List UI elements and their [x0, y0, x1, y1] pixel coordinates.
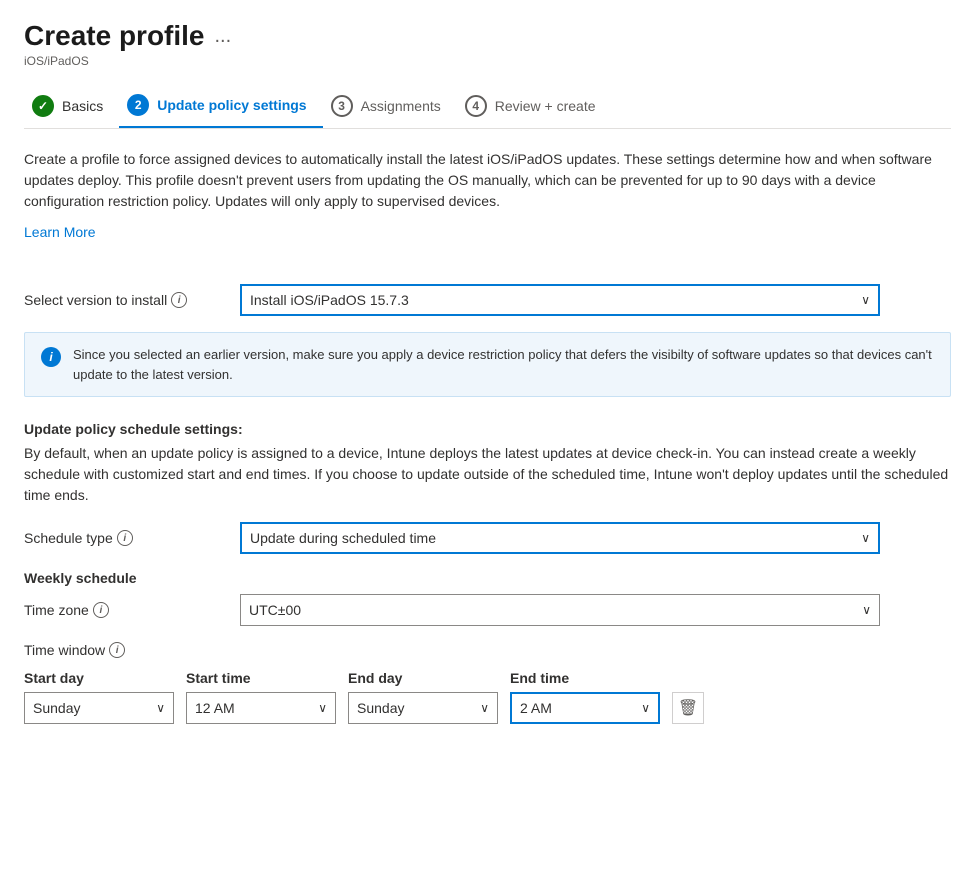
info-banner-icon: i	[41, 347, 61, 367]
version-info-icon[interactable]: i	[171, 292, 187, 308]
time-window-row: Sunday ∨ 12 AM ∨ Sunday ∨ 2 AM ∨ 🗑	[24, 692, 951, 724]
time-window-label: Time window i	[24, 642, 951, 658]
end-time-header: End time	[510, 670, 660, 686]
schedule-type-info-icon[interactable]: i	[117, 530, 133, 546]
step-4-circle: 4	[465, 95, 487, 117]
end-day-dropdown[interactable]: Sunday ∨	[348, 692, 498, 724]
end-day-header: End day	[348, 670, 498, 686]
steps-nav: ✓ Basics 2 Update policy settings 3 Assi…	[24, 84, 951, 129]
start-day-chevron-icon: ∨	[156, 701, 165, 715]
timezone-chevron-icon: ∨	[862, 603, 871, 617]
end-day-value: Sunday	[357, 700, 404, 716]
version-chevron-icon: ∨	[861, 293, 870, 307]
info-banner: i Since you selected an earlier version,…	[24, 332, 951, 397]
version-dropdown[interactable]: Install iOS/iPadOS 15.7.3 ∨	[240, 284, 880, 316]
step-2-circle: 2	[127, 94, 149, 116]
schedule-type-label: Schedule type i	[24, 530, 224, 546]
start-day-header: Start day	[24, 670, 174, 686]
timezone-info-icon[interactable]: i	[93, 602, 109, 618]
schedule-type-row: Schedule type i Update during scheduled …	[24, 522, 951, 554]
step-4-label: Review + create	[495, 98, 596, 114]
weekly-schedule-label: Weekly schedule	[24, 570, 951, 586]
step-1-check: ✓	[38, 99, 48, 113]
description-text: Create a profile to force assigned devic…	[24, 149, 951, 212]
start-day-value: Sunday	[33, 700, 80, 716]
start-time-value: 12 AM	[195, 700, 235, 716]
learn-more-link[interactable]: Learn More	[24, 224, 96, 240]
step-3-circle: 3	[331, 95, 353, 117]
schedule-type-value: Update during scheduled time	[250, 530, 436, 546]
end-day-chevron-icon: ∨	[480, 701, 489, 715]
version-label: Select version to install i	[24, 292, 224, 308]
step-update-policy[interactable]: 2 Update policy settings	[119, 84, 322, 128]
start-time-header: Start time	[186, 670, 336, 686]
schedule-desc: By default, when an update policy is ass…	[24, 443, 951, 506]
version-row: Select version to install i Install iOS/…	[24, 284, 951, 316]
step-2-number: 2	[135, 98, 142, 112]
info-banner-text: Since you selected an earlier version, m…	[73, 345, 934, 384]
step-2-label: Update policy settings	[157, 97, 306, 113]
timezone-value: UTC±00	[249, 602, 301, 618]
step-basics[interactable]: ✓ Basics	[24, 85, 119, 127]
timezone-dropdown[interactable]: UTC±00 ∨	[240, 594, 880, 626]
timezone-label: Time zone i	[24, 602, 224, 618]
schedule-type-dropdown[interactable]: Update during scheduled time ∨	[240, 522, 880, 554]
version-dropdown-value: Install iOS/iPadOS 15.7.3	[250, 292, 409, 308]
time-window-section: Start day Start time End day End time Su…	[24, 670, 951, 724]
step-3-label: Assignments	[361, 98, 441, 114]
time-window-info-icon[interactable]: i	[109, 642, 125, 658]
ellipsis-menu[interactable]: ...	[215, 25, 232, 48]
start-time-chevron-icon: ∨	[318, 701, 327, 715]
delete-time-window-button[interactable]: 🗑	[672, 692, 704, 724]
delete-icon: 🗑	[678, 698, 698, 718]
schedule-type-chevron-icon: ∨	[861, 531, 870, 545]
end-time-dropdown[interactable]: 2 AM ∨	[510, 692, 660, 724]
end-time-value: 2 AM	[520, 700, 552, 716]
step-assignments[interactable]: 3 Assignments	[323, 85, 457, 127]
page-subtitle: iOS/iPadOS	[24, 54, 951, 68]
end-time-chevron-icon: ∨	[641, 701, 650, 715]
timezone-row: Time zone i UTC±00 ∨	[24, 594, 951, 626]
step-3-number: 3	[338, 99, 345, 113]
step-review-create[interactable]: 4 Review + create	[457, 85, 612, 127]
step-1-circle: ✓	[32, 95, 54, 117]
start-day-dropdown[interactable]: Sunday ∨	[24, 692, 174, 724]
step-1-label: Basics	[62, 98, 103, 114]
step-4-number: 4	[472, 99, 479, 113]
page-title: Create profile	[24, 20, 205, 52]
schedule-heading: Update policy schedule settings:	[24, 421, 951, 437]
start-time-dropdown[interactable]: 12 AM ∨	[186, 692, 336, 724]
